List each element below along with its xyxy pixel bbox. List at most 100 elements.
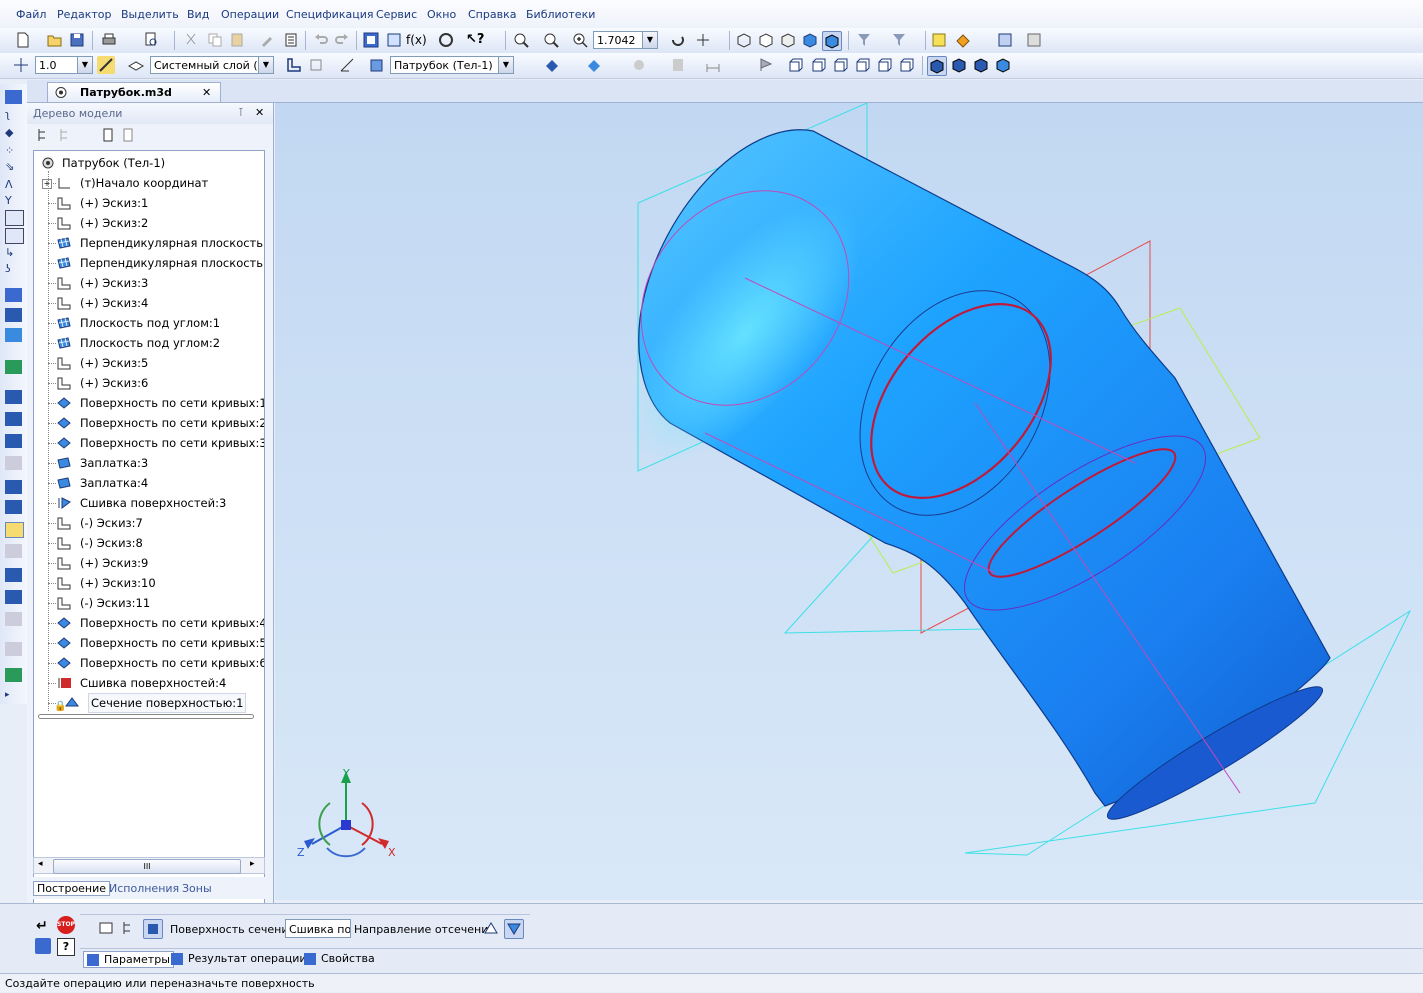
helix-icon[interactable]: ⇘ (5, 160, 22, 174)
boolean-icon[interactable] (5, 500, 22, 514)
auto-create-icon[interactable] (35, 938, 51, 954)
body-icon[interactable] (368, 56, 386, 74)
doc-icon[interactable] (5, 210, 24, 226)
zoom-window-icon[interactable] (512, 31, 530, 49)
view-iso-icon[interactable] (927, 56, 947, 76)
snap-grid-icon[interactable] (12, 56, 30, 74)
view-front-icon[interactable] (787, 56, 805, 74)
help-pointer-icon[interactable]: ↖? (466, 31, 484, 49)
view-bottom-icon[interactable] (854, 56, 872, 74)
direction-reverse-icon[interactable] (504, 919, 524, 939)
rib-icon[interactable] (5, 328, 22, 342)
view-normal-icon[interactable] (994, 56, 1012, 74)
stop-icon[interactable]: STOP (57, 916, 75, 934)
measure-icon[interactable] (437, 31, 455, 49)
sketch-mode-icon[interactable] (285, 56, 303, 74)
tab-properties[interactable]: Свойства (303, 952, 375, 965)
properties-list-icon[interactable] (282, 31, 300, 49)
frame-icon[interactable] (5, 228, 24, 244)
section-surface-field[interactable]: Сшивка пов (285, 919, 351, 938)
tree-structure-icon[interactable] (669, 56, 687, 74)
tree-export-icon[interactable] (119, 126, 137, 144)
chevron-down-icon[interactable]: ▼ (498, 57, 513, 73)
function-fx-icon[interactable]: f(x) (406, 31, 427, 49)
chevron-down-icon[interactable]: ▼ (642, 32, 657, 48)
tab-patrubok[interactable]: Патрубок.m3d ✕ (47, 82, 221, 102)
spline-icon[interactable]: Λ (5, 178, 22, 192)
view-left-icon[interactable] (876, 56, 894, 74)
create-object-icon[interactable]: ↵ (36, 918, 48, 934)
menu-file[interactable]: Файл (16, 8, 46, 21)
horizontal-scrollbar[interactable]: ◂ III ▸ (33, 857, 265, 874)
mirror-icon[interactable] (5, 390, 22, 404)
selection-filter-icon[interactable] (890, 31, 908, 49)
view-dimetric-icon[interactable] (950, 56, 968, 74)
chevron-down-icon[interactable]: ▼ (258, 57, 273, 73)
shell-icon[interactable] (5, 308, 22, 322)
view-back-icon[interactable] (810, 56, 828, 74)
assembly-icon[interactable] (5, 568, 22, 582)
menu-window[interactable]: Окно (427, 8, 456, 21)
layer-icon[interactable] (127, 56, 145, 74)
tree-doc-icon[interactable] (99, 126, 117, 144)
insert-part-icon[interactable] (5, 590, 22, 604)
close-icon[interactable]: ✕ (202, 83, 211, 102)
section-surface-tool-icon[interactable] (5, 522, 24, 538)
tab-construction[interactable]: Построение (33, 881, 111, 896)
scale-combo[interactable]: 1.0 ▼ (35, 56, 93, 74)
orient-icon[interactable] (338, 56, 356, 74)
spec-table-icon[interactable] (1025, 31, 1043, 49)
zoom-combo[interactable]: 1.7042 ▼ (593, 31, 658, 49)
halftone-edges-view-icon[interactable] (822, 31, 842, 51)
array-icon[interactable] (5, 360, 22, 374)
scroll-thumb[interactable]: III (53, 859, 241, 874)
body-combo[interactable]: Патрубок (Тел-1) ▼ (390, 56, 514, 74)
mcs-icon[interactable] (630, 56, 648, 74)
fillet-icon[interactable] (5, 434, 22, 448)
menu-select[interactable]: Выделить (121, 8, 179, 21)
lock-tool-icon[interactable] (5, 642, 22, 656)
view-top-icon[interactable] (832, 56, 850, 74)
save-icon[interactable] (68, 31, 86, 49)
expand-icon[interactable]: + (42, 179, 52, 189)
menu-view[interactable]: Вид (187, 8, 209, 21)
curve-icon[interactable]: ʅ (5, 108, 22, 122)
menu-operations[interactable]: Операции (221, 8, 279, 21)
show-elements-icon[interactable] (954, 31, 972, 49)
grey-tool-2-icon[interactable] (5, 544, 22, 558)
chevron-down-icon[interactable]: ▼ (77, 57, 92, 73)
halftone-view-icon[interactable] (801, 31, 819, 49)
view-right-icon[interactable] (898, 56, 916, 74)
tree-mode-icon[interactable] (57, 126, 75, 144)
tab-parameters[interactable]: Параметры (83, 951, 174, 968)
wireframe-view-icon[interactable] (735, 31, 753, 49)
copy-icon[interactable] (206, 31, 224, 49)
paste-icon[interactable] (228, 31, 246, 49)
flag-icon[interactable] (757, 56, 775, 74)
body-select-icon[interactable] (143, 919, 163, 939)
menu-editor[interactable]: Редактор (57, 8, 112, 21)
filter-icon[interactable] (855, 31, 873, 49)
loft-icon[interactable] (5, 288, 22, 302)
zoom-in-out-icon[interactable] (542, 31, 560, 49)
tab-versions[interactable]: Исполнения (109, 882, 179, 895)
grey-tool-icon[interactable] (5, 456, 22, 470)
redo-icon[interactable] (333, 31, 351, 49)
format-brush-icon[interactable] (258, 31, 276, 49)
model-3d-view[interactable]: Y X Z (275, 103, 1423, 900)
tab-zones[interactable]: Зоны (182, 882, 212, 895)
undo-icon[interactable] (312, 31, 330, 49)
print-preview-icon[interactable] (142, 31, 160, 49)
model-viewport[interactable]: Y X Z (275, 103, 1423, 900)
new-file-icon[interactable] (14, 31, 32, 49)
view-trimetric-icon[interactable] (972, 56, 990, 74)
menu-service[interactable]: Сервис (376, 8, 417, 21)
model-manager-icon[interactable] (362, 31, 380, 49)
scroll-left-icon[interactable]: ◂ (38, 859, 43, 869)
dots-icon[interactable]: ⁘ (5, 144, 22, 158)
dimensions-icon[interactable] (704, 56, 722, 74)
cut-extrude-icon[interactable] (5, 480, 22, 494)
menu-specification[interactable]: Спецификация (286, 8, 373, 21)
y-shape-icon[interactable]: Y (5, 194, 22, 208)
direction-forward-icon[interactable] (482, 919, 500, 937)
